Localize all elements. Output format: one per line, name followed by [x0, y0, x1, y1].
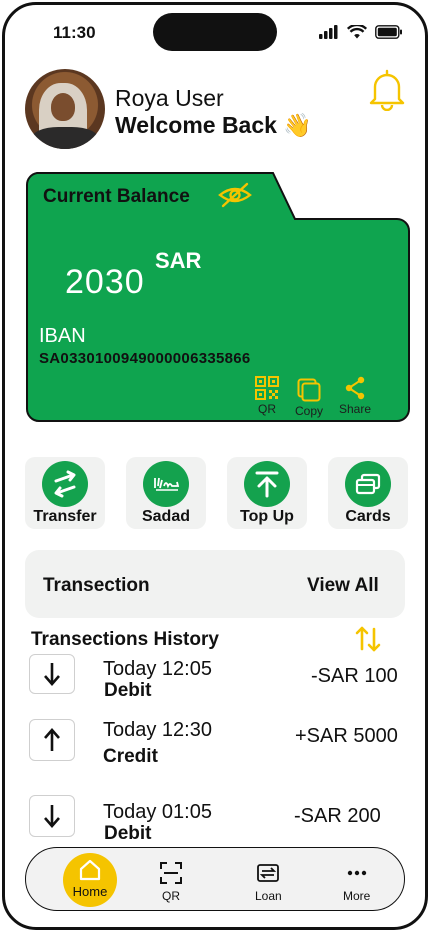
- nav-loan-label: Loan: [255, 889, 282, 903]
- card-share-label: Share: [339, 402, 372, 416]
- transactions-title: Transection: [43, 575, 150, 596]
- quick-action-cards[interactable]: Cards: [328, 457, 408, 529]
- copy-icon: [297, 378, 321, 402]
- more-icon: [347, 870, 366, 876]
- battery-icon: [375, 25, 402, 39]
- card-qr-button[interactable]: QR: [255, 376, 279, 416]
- nav-qr-label: QR: [162, 889, 180, 903]
- phone-frame: 11:30 Roya User Welcome Back 👋 Current B…: [2, 2, 428, 930]
- status-time: 11:30: [53, 23, 96, 42]
- card-copy-button[interactable]: Copy: [295, 378, 323, 418]
- debit-arrow-icon: [29, 654, 75, 694]
- wifi-icon: [347, 25, 367, 39]
- share-icon: [345, 376, 365, 400]
- view-all-link[interactable]: View All: [307, 575, 379, 597]
- quick-action-label: Top Up: [240, 508, 294, 525]
- quick-action-sadad[interactable]: Sadad: [126, 457, 206, 529]
- qr-code-icon: [255, 376, 279, 400]
- transaction-time: Today 12:05: [103, 658, 212, 680]
- welcome-message: Welcome Back 👋: [115, 112, 312, 138]
- balance-currency: SAR: [155, 248, 202, 273]
- quick-action-top-up[interactable]: Top Up: [227, 457, 307, 529]
- quick-action-transfer[interactable]: Transfer: [25, 457, 105, 529]
- cards-icon: [345, 461, 391, 507]
- sort-icon[interactable]: [354, 625, 382, 653]
- transaction-type: Debit: [104, 680, 152, 701]
- transaction-type: Debit: [104, 823, 152, 844]
- card-qr-label: QR: [258, 402, 276, 416]
- top-up-icon: [244, 461, 290, 507]
- cellular-signal-icon: [319, 25, 338, 39]
- quick-action-label: Sadad: [141, 508, 190, 525]
- transaction-time: Today 01:05: [103, 801, 212, 823]
- transaction-amount: +SAR 5000: [295, 725, 398, 747]
- card-share-button[interactable]: Share: [339, 376, 371, 416]
- iban-label: IBAN: [39, 325, 86, 347]
- nav-loan[interactable]: Loan: [255, 861, 282, 903]
- transaction-row[interactable]: Today 12:05 Debit -SAR 100: [5, 650, 425, 710]
- dynamic-island: [153, 13, 277, 51]
- debit-arrow-icon: [29, 795, 75, 837]
- balance-title: Current Balance: [43, 186, 190, 207]
- qr-scan-icon: [160, 862, 182, 884]
- card-copy-label: Copy: [295, 404, 324, 418]
- transaction-type: Credit: [103, 746, 158, 767]
- transaction-amount: -SAR 100: [311, 665, 398, 687]
- quick-action-label: Transfer: [33, 508, 97, 525]
- iban-value: SA0330100949000006335866: [39, 350, 251, 367]
- avatar[interactable]: [25, 69, 105, 149]
- user-name: Roya User: [115, 85, 224, 111]
- transaction-amount: -SAR 200: [294, 805, 381, 827]
- transaction-row[interactable]: Today 12:30 Credit +SAR 5000: [5, 711, 425, 773]
- nav-home-label: Home: [72, 884, 108, 899]
- home-icon: [79, 859, 101, 881]
- balance-amount: 2030: [65, 263, 145, 301]
- transfer-icon: [42, 461, 88, 507]
- quick-action-label: Cards: [345, 508, 391, 525]
- transaction-time: Today 12:30: [103, 719, 212, 741]
- status-icons: [319, 25, 403, 39]
- credit-arrow-icon: [29, 719, 75, 761]
- history-title: Transections History: [31, 629, 219, 650]
- transaction-row[interactable]: Today 01:05 Debit -SAR 200: [5, 791, 425, 845]
- notification-bell-icon[interactable]: [367, 69, 407, 111]
- nav-more-label: More: [343, 889, 371, 903]
- loan-icon: [257, 864, 280, 882]
- sadad-icon: [143, 461, 189, 507]
- hide-balance-icon[interactable]: [217, 181, 253, 209]
- nav-more[interactable]: More: [343, 861, 370, 903]
- nav-qr[interactable]: QR: [159, 861, 183, 903]
